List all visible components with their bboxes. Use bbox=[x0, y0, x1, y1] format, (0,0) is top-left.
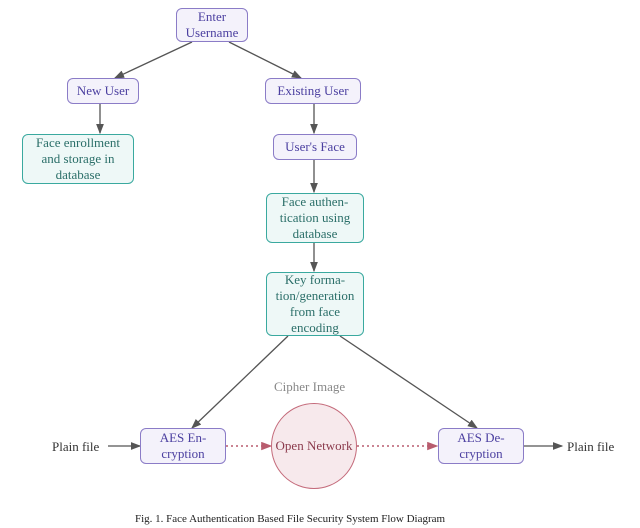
node-aes-decryption: AES De- cryption bbox=[438, 428, 524, 464]
node-existing-user: Existing User bbox=[265, 78, 361, 104]
node-label: Face enrollment and storage in database bbox=[29, 135, 127, 183]
node-label: Face authen- tication using database bbox=[273, 194, 357, 242]
node-label: Existing User bbox=[277, 83, 348, 99]
node-new-user: New User bbox=[67, 78, 139, 104]
figure-caption: Fig. 1. Face Authentication Based File S… bbox=[135, 513, 445, 525]
node-face-auth: Face authen- tication using database bbox=[266, 193, 364, 243]
flow-diagram: Enter Username New User Existing User Fa… bbox=[0, 0, 640, 528]
label-text: Plain file bbox=[52, 439, 99, 454]
label-plain-file-right: Plain file bbox=[567, 439, 614, 455]
label-plain-file-left: Plain file bbox=[52, 439, 99, 455]
node-open-network: Open Network bbox=[271, 403, 357, 489]
node-label: Key forma- tion/generation from face enc… bbox=[273, 272, 357, 336]
node-label: New User bbox=[77, 83, 129, 99]
node-enter-username: Enter Username bbox=[176, 8, 248, 42]
node-face-enrollment: Face enrollment and storage in database bbox=[22, 134, 134, 184]
node-label: Open Network bbox=[276, 438, 353, 454]
node-label: Enter Username bbox=[183, 9, 241, 41]
node-label: User's Face bbox=[285, 139, 345, 155]
node-users-face: User's Face bbox=[273, 134, 357, 160]
label-text: Plain file bbox=[567, 439, 614, 454]
node-label: AES De- cryption bbox=[457, 430, 504, 462]
node-aes-encryption: AES En- cryption bbox=[140, 428, 226, 464]
node-key-formation: Key forma- tion/generation from face enc… bbox=[266, 272, 364, 336]
label-text: Cipher Image bbox=[274, 379, 345, 394]
node-label: AES En- cryption bbox=[160, 430, 207, 462]
label-cipher-image: Cipher Image bbox=[274, 379, 345, 395]
caption-text: Fig. 1. Face Authentication Based File S… bbox=[135, 513, 445, 525]
